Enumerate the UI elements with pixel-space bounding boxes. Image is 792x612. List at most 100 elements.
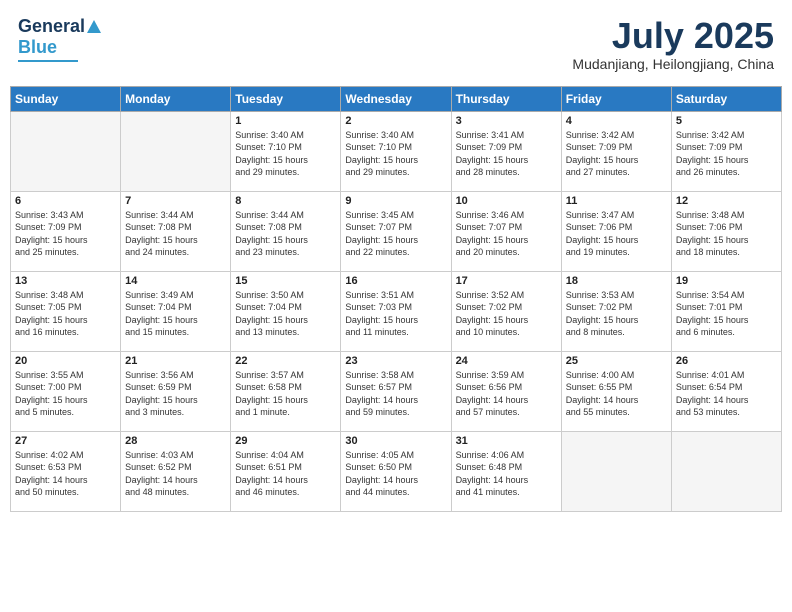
- day-info: Sunrise: 3:44 AM Sunset: 7:08 PM Dayligh…: [235, 209, 336, 259]
- day-number: 17: [456, 275, 557, 287]
- day-info: Sunrise: 3:59 AM Sunset: 6:56 PM Dayligh…: [456, 369, 557, 419]
- calendar-day-cell: 3 Sunrise: 3:41 AM Sunset: 7:09 PM Daylig…: [451, 111, 561, 191]
- calendar-day-cell: 1 Sunrise: 3:40 AM Sunset: 7:10 PM Daylig…: [231, 111, 341, 191]
- day-info: Sunrise: 3:50 AM Sunset: 7:04 PM Dayligh…: [235, 289, 336, 339]
- calendar-week-row: 1 Sunrise: 3:40 AM Sunset: 7:10 PM Daylig…: [11, 111, 782, 191]
- day-info: Sunrise: 3:42 AM Sunset: 7:09 PM Dayligh…: [566, 129, 667, 179]
- calendar-day-cell: [121, 111, 231, 191]
- day-of-week-header: Wednesday: [341, 86, 451, 111]
- logo-triangle: [87, 20, 101, 33]
- calendar-day-cell: 4 Sunrise: 3:42 AM Sunset: 7:09 PM Daylig…: [561, 111, 671, 191]
- calendar-day-cell: 17 Sunrise: 3:52 AM Sunset: 7:02 PM Dayli…: [451, 271, 561, 351]
- day-number: 24: [456, 355, 557, 367]
- calendar-day-cell: 25 Sunrise: 4:00 AM Sunset: 6:55 PM Dayli…: [561, 351, 671, 431]
- calendar-header-row: SundayMondayTuesdayWednesdayThursdayFrid…: [11, 86, 782, 111]
- day-info: Sunrise: 4:03 AM Sunset: 6:52 PM Dayligh…: [125, 449, 226, 499]
- day-number: 16: [345, 275, 446, 287]
- calendar-day-cell: 20 Sunrise: 3:55 AM Sunset: 7:00 PM Dayli…: [11, 351, 121, 431]
- day-info: Sunrise: 3:53 AM Sunset: 7:02 PM Dayligh…: [566, 289, 667, 339]
- calendar-day-cell: [11, 111, 121, 191]
- day-number: 14: [125, 275, 226, 287]
- logo-blue: Blue: [18, 37, 57, 58]
- calendar-day-cell: 6 Sunrise: 3:43 AM Sunset: 7:09 PM Daylig…: [11, 191, 121, 271]
- day-info: Sunrise: 3:54 AM Sunset: 7:01 PM Dayligh…: [676, 289, 777, 339]
- calendar-day-cell: 2 Sunrise: 3:40 AM Sunset: 7:10 PM Daylig…: [341, 111, 451, 191]
- calendar-day-cell: 19 Sunrise: 3:54 AM Sunset: 7:01 PM Dayli…: [671, 271, 781, 351]
- day-info: Sunrise: 3:40 AM Sunset: 7:10 PM Dayligh…: [345, 129, 446, 179]
- day-number: 30: [345, 435, 446, 447]
- day-number: 2: [345, 115, 446, 127]
- month-year: July 2025: [572, 16, 774, 56]
- calendar-day-cell: 26Sunrise: 4:01 AM Sunset: 6:54 PM Dayli…: [671, 351, 781, 431]
- calendar-day-cell: 12 Sunrise: 3:48 AM Sunset: 7:06 PM Dayli…: [671, 191, 781, 271]
- day-info: Sunrise: 3:41 AM Sunset: 7:09 PM Dayligh…: [456, 129, 557, 179]
- calendar-day-cell: 11Sunrise: 3:47 AM Sunset: 7:06 PM Dayli…: [561, 191, 671, 271]
- calendar-day-cell: [671, 431, 781, 511]
- day-number: 25: [566, 355, 667, 367]
- day-info: Sunrise: 3:42 AM Sunset: 7:09 PM Dayligh…: [676, 129, 777, 179]
- day-number: 6: [15, 195, 116, 207]
- day-number: 7: [125, 195, 226, 207]
- day-number: 27: [15, 435, 116, 447]
- day-info: Sunrise: 3:52 AM Sunset: 7:02 PM Dayligh…: [456, 289, 557, 339]
- day-info: Sunrise: 3:56 AM Sunset: 6:59 PM Dayligh…: [125, 369, 226, 419]
- day-of-week-header: Saturday: [671, 86, 781, 111]
- day-number: 4: [566, 115, 667, 127]
- calendar-day-cell: 7 Sunrise: 3:44 AM Sunset: 7:08 PM Daylig…: [121, 191, 231, 271]
- calendar-table: SundayMondayTuesdayWednesdayThursdayFrid…: [10, 86, 782, 512]
- calendar-day-cell: 5Sunrise: 3:42 AM Sunset: 7:09 PM Daylig…: [671, 111, 781, 191]
- day-number: 15: [235, 275, 336, 287]
- day-number: 10: [456, 195, 557, 207]
- day-info: Sunrise: 3:49 AM Sunset: 7:04 PM Dayligh…: [125, 289, 226, 339]
- location: Mudanjiang, Heilongjiang, China: [572, 56, 774, 72]
- day-of-week-header: Friday: [561, 86, 671, 111]
- day-info: Sunrise: 3:57 AM Sunset: 6:58 PM Dayligh…: [235, 369, 336, 419]
- day-info: Sunrise: 3:55 AM Sunset: 7:00 PM Dayligh…: [15, 369, 116, 419]
- calendar-day-cell: 28Sunrise: 4:03 AM Sunset: 6:52 PM Dayli…: [121, 431, 231, 511]
- day-info: Sunrise: 3:48 AM Sunset: 7:05 PM Dayligh…: [15, 289, 116, 339]
- calendar-day-cell: 29Sunrise: 4:04 AM Sunset: 6:51 PM Dayli…: [231, 431, 341, 511]
- day-info: Sunrise: 3:44 AM Sunset: 7:08 PM Dayligh…: [125, 209, 226, 259]
- day-number: 20: [15, 355, 116, 367]
- day-info: Sunrise: 3:45 AM Sunset: 7:07 PM Dayligh…: [345, 209, 446, 259]
- day-info: Sunrise: 4:00 AM Sunset: 6:55 PM Dayligh…: [566, 369, 667, 419]
- day-info: Sunrise: 3:40 AM Sunset: 7:10 PM Dayligh…: [235, 129, 336, 179]
- day-info: Sunrise: 3:47 AM Sunset: 7:06 PM Dayligh…: [566, 209, 667, 259]
- day-number: 1: [235, 115, 336, 127]
- calendar-day-cell: 23 Sunrise: 3:58 AM Sunset: 6:57 PM Dayli…: [341, 351, 451, 431]
- day-number: 3: [456, 115, 557, 127]
- day-number: 22: [235, 355, 336, 367]
- day-number: 31: [456, 435, 557, 447]
- day-number: 12: [676, 195, 777, 207]
- calendar-day-cell: 30Sunrise: 4:05 AM Sunset: 6:50 PM Dayli…: [341, 431, 451, 511]
- day-info: Sunrise: 3:48 AM Sunset: 7:06 PM Dayligh…: [676, 209, 777, 259]
- day-of-week-header: Thursday: [451, 86, 561, 111]
- page-header: General Blue July 2025 Mudanjiang, Heilo…: [10, 10, 782, 78]
- day-number: 9: [345, 195, 446, 207]
- day-number: 26: [676, 355, 777, 367]
- day-number: 13: [15, 275, 116, 287]
- calendar-week-row: 6 Sunrise: 3:43 AM Sunset: 7:09 PM Daylig…: [11, 191, 782, 271]
- calendar-day-cell: 15 Sunrise: 3:50 AM Sunset: 7:04 PM Dayli…: [231, 271, 341, 351]
- calendar-day-cell: 16 Sunrise: 3:51 AM Sunset: 7:03 PM Dayli…: [341, 271, 451, 351]
- day-number: 23: [345, 355, 446, 367]
- title-section: July 2025 Mudanjiang, Heilongjiang, Chin…: [572, 16, 774, 72]
- day-info: Sunrise: 3:58 AM Sunset: 6:57 PM Dayligh…: [345, 369, 446, 419]
- logo: General Blue: [18, 16, 103, 62]
- calendar-week-row: 13 Sunrise: 3:48 AM Sunset: 7:05 PM Dayli…: [11, 271, 782, 351]
- day-info: Sunrise: 4:06 AM Sunset: 6:48 PM Dayligh…: [456, 449, 557, 499]
- day-number: 19: [676, 275, 777, 287]
- calendar-day-cell: 31 Sunrise: 4:06 AM Sunset: 6:48 PM Dayli…: [451, 431, 561, 511]
- day-number: 21: [125, 355, 226, 367]
- day-of-week-header: Tuesday: [231, 86, 341, 111]
- calendar-day-cell: 9 Sunrise: 3:45 AM Sunset: 7:07 PM Daylig…: [341, 191, 451, 271]
- calendar-week-row: 27 Sunrise: 4:02 AM Sunset: 6:53 PM Dayli…: [11, 431, 782, 511]
- calendar-day-cell: 14 Sunrise: 3:49 AM Sunset: 7:04 PM Dayli…: [121, 271, 231, 351]
- day-info: Sunrise: 3:43 AM Sunset: 7:09 PM Dayligh…: [15, 209, 116, 259]
- day-info: Sunrise: 4:02 AM Sunset: 6:53 PM Dayligh…: [15, 449, 116, 499]
- calendar-week-row: 20 Sunrise: 3:55 AM Sunset: 7:00 PM Dayli…: [11, 351, 782, 431]
- calendar-day-cell: 27 Sunrise: 4:02 AM Sunset: 6:53 PM Dayli…: [11, 431, 121, 511]
- calendar-day-cell: 21 Sunrise: 3:56 AM Sunset: 6:59 PM Dayli…: [121, 351, 231, 431]
- day-number: 8: [235, 195, 336, 207]
- day-info: Sunrise: 3:51 AM Sunset: 7:03 PM Dayligh…: [345, 289, 446, 339]
